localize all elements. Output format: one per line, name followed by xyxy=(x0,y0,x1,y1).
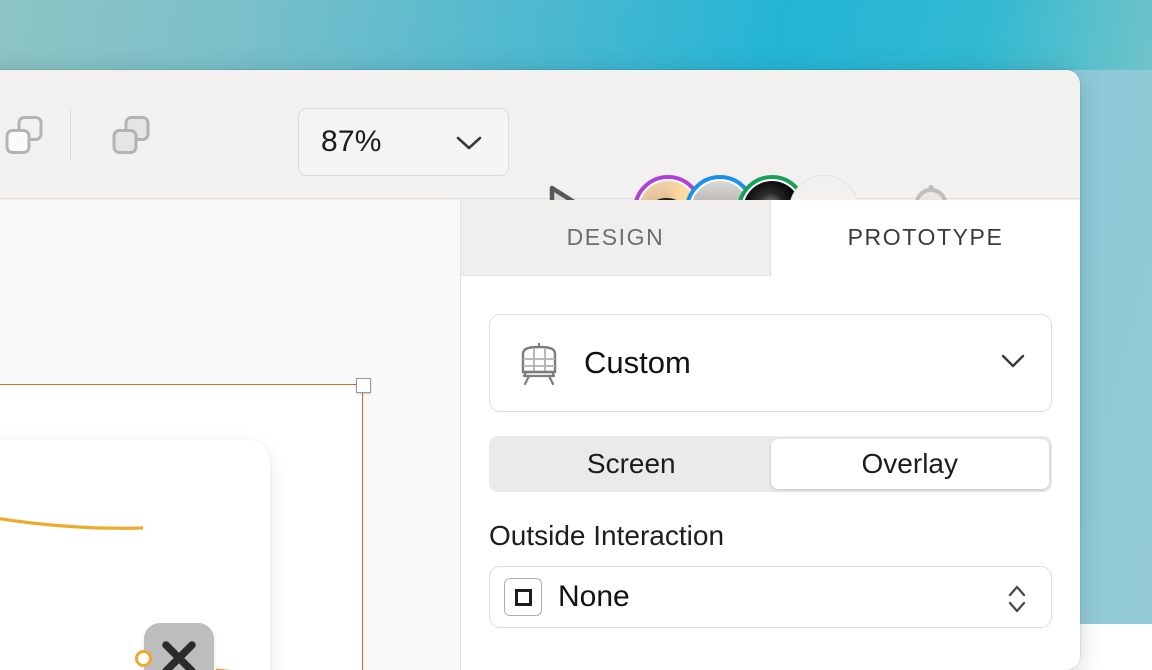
chevron-down-icon xyxy=(454,133,484,153)
stepper-updown-icon[interactable] xyxy=(1005,581,1029,617)
toggle-option-overlay[interactable]: Overlay xyxy=(771,439,1050,489)
toggle-option-screen[interactable]: Screen xyxy=(492,439,771,489)
tab-design[interactable]: DESIGN xyxy=(461,200,771,276)
close-x-icon xyxy=(159,638,199,670)
toolbar: 87% xyxy=(0,70,1080,199)
inspector-panel: DESIGN PROTOTYPE Custom xyxy=(460,200,1080,670)
chevron-down-icon xyxy=(999,351,1027,371)
zoom-control[interactable]: 87% xyxy=(298,108,509,176)
toolbar-button-intersect-shape[interactable] xyxy=(105,110,157,160)
transition-value: Custom xyxy=(584,345,691,381)
outside-interaction-label: Outside Interaction xyxy=(489,520,1052,552)
toolbar-button-subtract-shape[interactable] xyxy=(0,110,50,160)
modal-overlay-card[interactable] xyxy=(0,440,270,670)
transition-type-select[interactable]: Custom xyxy=(489,314,1052,412)
device-stand-icon xyxy=(512,336,566,390)
selection-resize-handle[interactable] xyxy=(356,378,371,393)
close-button[interactable] xyxy=(144,623,214,670)
prototype-panel-body: Custom Screen Overlay Outside Interactio… xyxy=(461,276,1080,670)
inspector-tab-bar: DESIGN PROTOTYPE xyxy=(461,200,1080,276)
design-app-window: 87% xyxy=(0,70,1080,670)
prototype-hotspot-close[interactable] xyxy=(135,650,152,667)
square-outline-icon xyxy=(504,578,542,616)
toolbar-divider-2 xyxy=(70,110,71,160)
zoom-value: 87% xyxy=(321,125,382,159)
subtract-shape-icon xyxy=(3,114,45,156)
screen-overlay-toggle: Screen Overlay xyxy=(489,436,1052,492)
outside-interaction-select[interactable]: None xyxy=(489,566,1052,628)
design-canvas[interactable]: r or Title xyxy=(0,200,460,670)
intersect-shape-icon xyxy=(110,114,152,156)
outside-interaction-value: None xyxy=(558,580,630,614)
tab-prototype[interactable]: PROTOTYPE xyxy=(771,200,1080,276)
